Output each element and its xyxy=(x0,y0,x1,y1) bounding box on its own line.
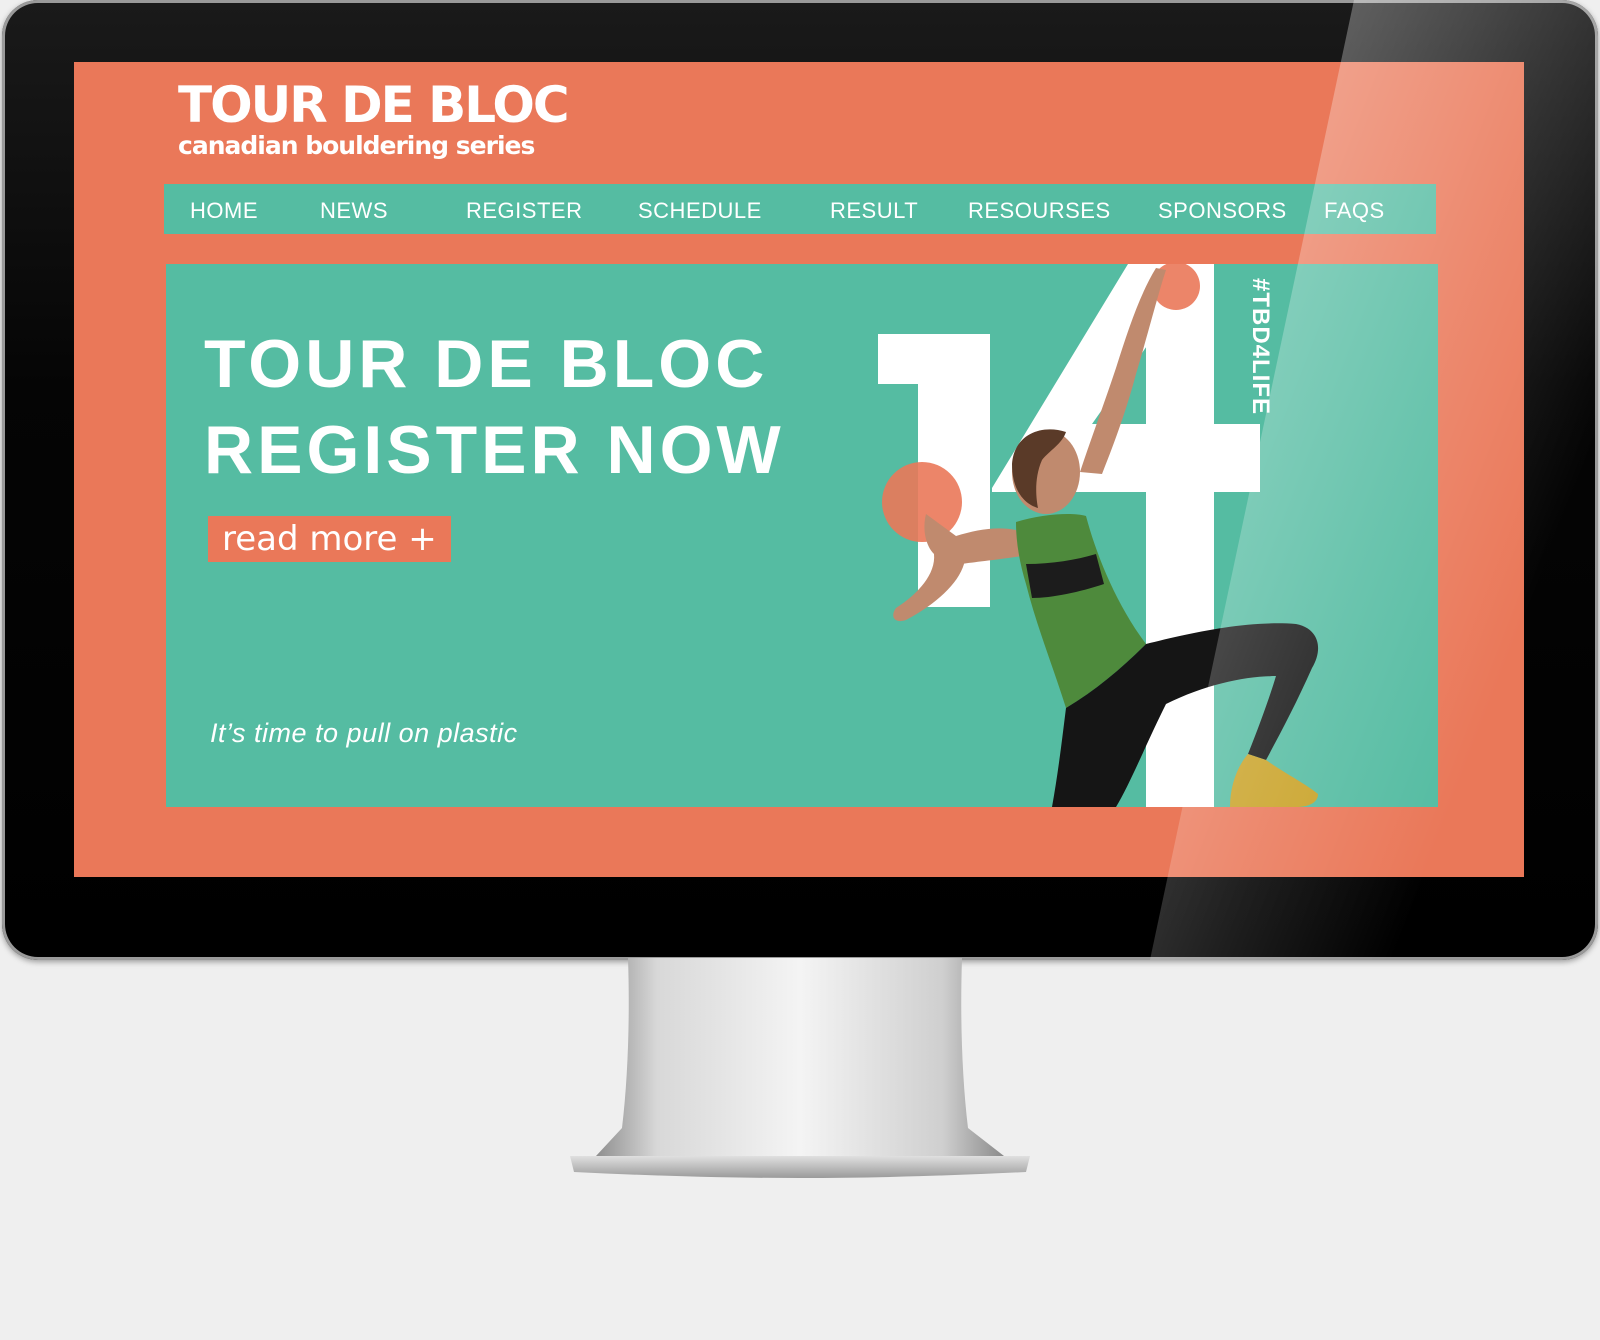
nav-register[interactable]: REGISTER xyxy=(466,198,582,224)
site-logo[interactable]: TOUR DE BLOC canadian bouldering series xyxy=(178,76,570,160)
nav-sponsors[interactable]: SPONSORS xyxy=(1158,198,1287,224)
monitor-stand xyxy=(570,958,1030,1178)
hero-heading-line2: REGISTER NOW xyxy=(204,412,785,488)
nav-faqs[interactable]: FAQS xyxy=(1324,198,1385,224)
hashtag-label: #TBD4LIFE xyxy=(1247,278,1274,416)
nav-schedule[interactable]: SCHEDULE xyxy=(638,198,762,224)
hero-banner: TOUR DE BLOC REGISTER NOW read more + It… xyxy=(166,264,1438,807)
nav-home[interactable]: HOME xyxy=(190,198,258,224)
hero-tagline: It’s time to pull on plastic xyxy=(210,718,518,748)
hero-artwork xyxy=(878,264,1319,807)
hero-heading-line1: TOUR DE BLOC xyxy=(204,326,769,402)
logo-subtitle: canadian bouldering series xyxy=(178,131,535,160)
main-nav: HOME NEWS REGISTER SCHEDULE RESULT RESOU… xyxy=(164,184,1436,234)
nav-resources[interactable]: RESOURSES xyxy=(968,198,1111,224)
hold-circle-left xyxy=(882,462,962,542)
nav-result[interactable]: RESULT xyxy=(830,198,918,224)
website-screen: TOUR DE BLOC canadian bouldering series … xyxy=(74,62,1524,877)
read-more-button[interactable]: read more + xyxy=(208,516,451,562)
logo-title: TOUR DE BLOC xyxy=(178,76,570,134)
nav-news[interactable]: NEWS xyxy=(320,198,388,224)
monitor-frame: TOUR DE BLOC canadian bouldering series … xyxy=(2,0,1598,960)
